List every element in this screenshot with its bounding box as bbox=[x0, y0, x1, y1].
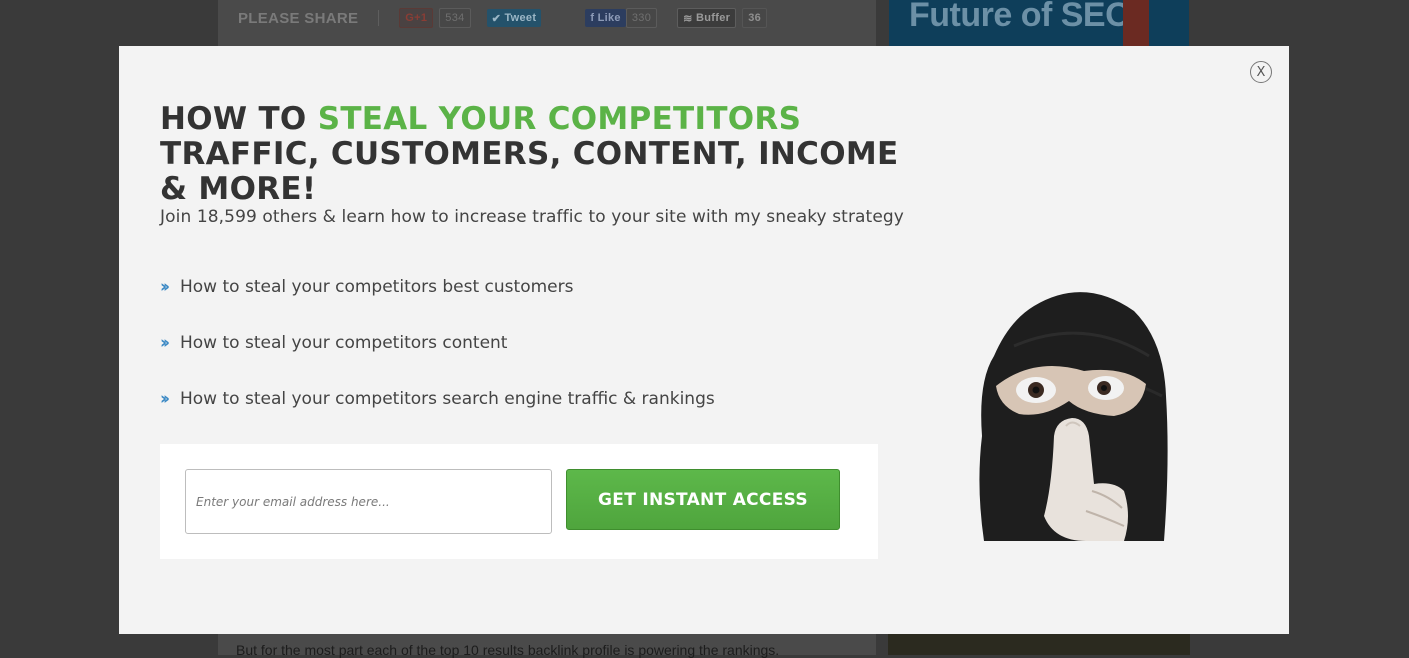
headline-part2: TRAFFIC, CUSTOMERS, CONTENT, INCOME & MO… bbox=[160, 136, 899, 207]
benefit-text: How to steal your competitors content bbox=[180, 333, 508, 353]
like-label: Like bbox=[597, 12, 621, 24]
list-item: ›› How to steal your competitors content bbox=[160, 331, 715, 355]
headline-part1: HOW TO bbox=[160, 101, 318, 137]
sidebar-ad-text: Future of SEO bbox=[909, 0, 1132, 34]
double-chevron-right-icon: ›› bbox=[160, 277, 170, 297]
share-bar: PLEASE SHARE G+1 534 ✔︎ Tweet f Like 330… bbox=[238, 8, 773, 28]
facebook-icon: f bbox=[590, 12, 595, 24]
modal-headline: HOW TO STEAL YOUR COMPETITORS TRAFFIC, C… bbox=[160, 102, 920, 207]
buffer-label: Buffer bbox=[696, 12, 731, 24]
buffer-icon: ≋ bbox=[683, 12, 693, 25]
question-mark-graphic bbox=[1123, 0, 1149, 46]
benefit-text: How to steal your competitors best custo… bbox=[180, 277, 574, 297]
modal-subhead: Join 18,599 others & learn how to increa… bbox=[160, 207, 904, 227]
gplus-count: 534 bbox=[439, 8, 471, 28]
sidebar-ad-bottom bbox=[888, 634, 1190, 655]
tweet-label: Tweet bbox=[504, 12, 537, 24]
buffer-button: ≋ Buffer bbox=[677, 8, 737, 28]
get-instant-access-button[interactable]: GET INSTANT ACCESS bbox=[566, 469, 840, 530]
email-field[interactable] bbox=[185, 469, 552, 534]
double-chevron-right-icon: ›› bbox=[160, 389, 170, 409]
optin-modal: X HOW TO STEAL YOUR COMPETITORS TRAFFIC,… bbox=[119, 46, 1289, 634]
twitter-icon: ✔︎ bbox=[491, 12, 502, 25]
headline-highlight: STEAL YOUR COMPETITORS bbox=[317, 101, 802, 137]
list-item: ›› How to steal your competitors best cu… bbox=[160, 275, 715, 299]
list-item: ›› How to steal your competitors search … bbox=[160, 387, 715, 411]
masked-thief-image bbox=[979, 292, 1168, 541]
double-chevron-right-icon: ›› bbox=[160, 333, 170, 353]
gplus-button: G+1 bbox=[399, 8, 434, 28]
buffer-count: 36 bbox=[742, 8, 768, 28]
benefit-list: ›› How to steal your competitors best cu… bbox=[160, 275, 715, 443]
facebook-like-button: f Like bbox=[585, 9, 626, 27]
benefit-text: How to steal your competitors search eng… bbox=[180, 389, 715, 409]
share-divider bbox=[378, 10, 380, 26]
share-label: PLEASE SHARE bbox=[238, 9, 359, 27]
article-paragraph: But for the most part each of the top 10… bbox=[236, 642, 780, 658]
close-button[interactable]: X bbox=[1250, 61, 1272, 83]
like-count: 330 bbox=[625, 8, 658, 28]
sidebar-ad: Future of SEO bbox=[889, 0, 1189, 46]
tweet-button: ✔︎ Tweet bbox=[486, 9, 542, 27]
optin-form: GET INSTANT ACCESS bbox=[160, 444, 878, 559]
